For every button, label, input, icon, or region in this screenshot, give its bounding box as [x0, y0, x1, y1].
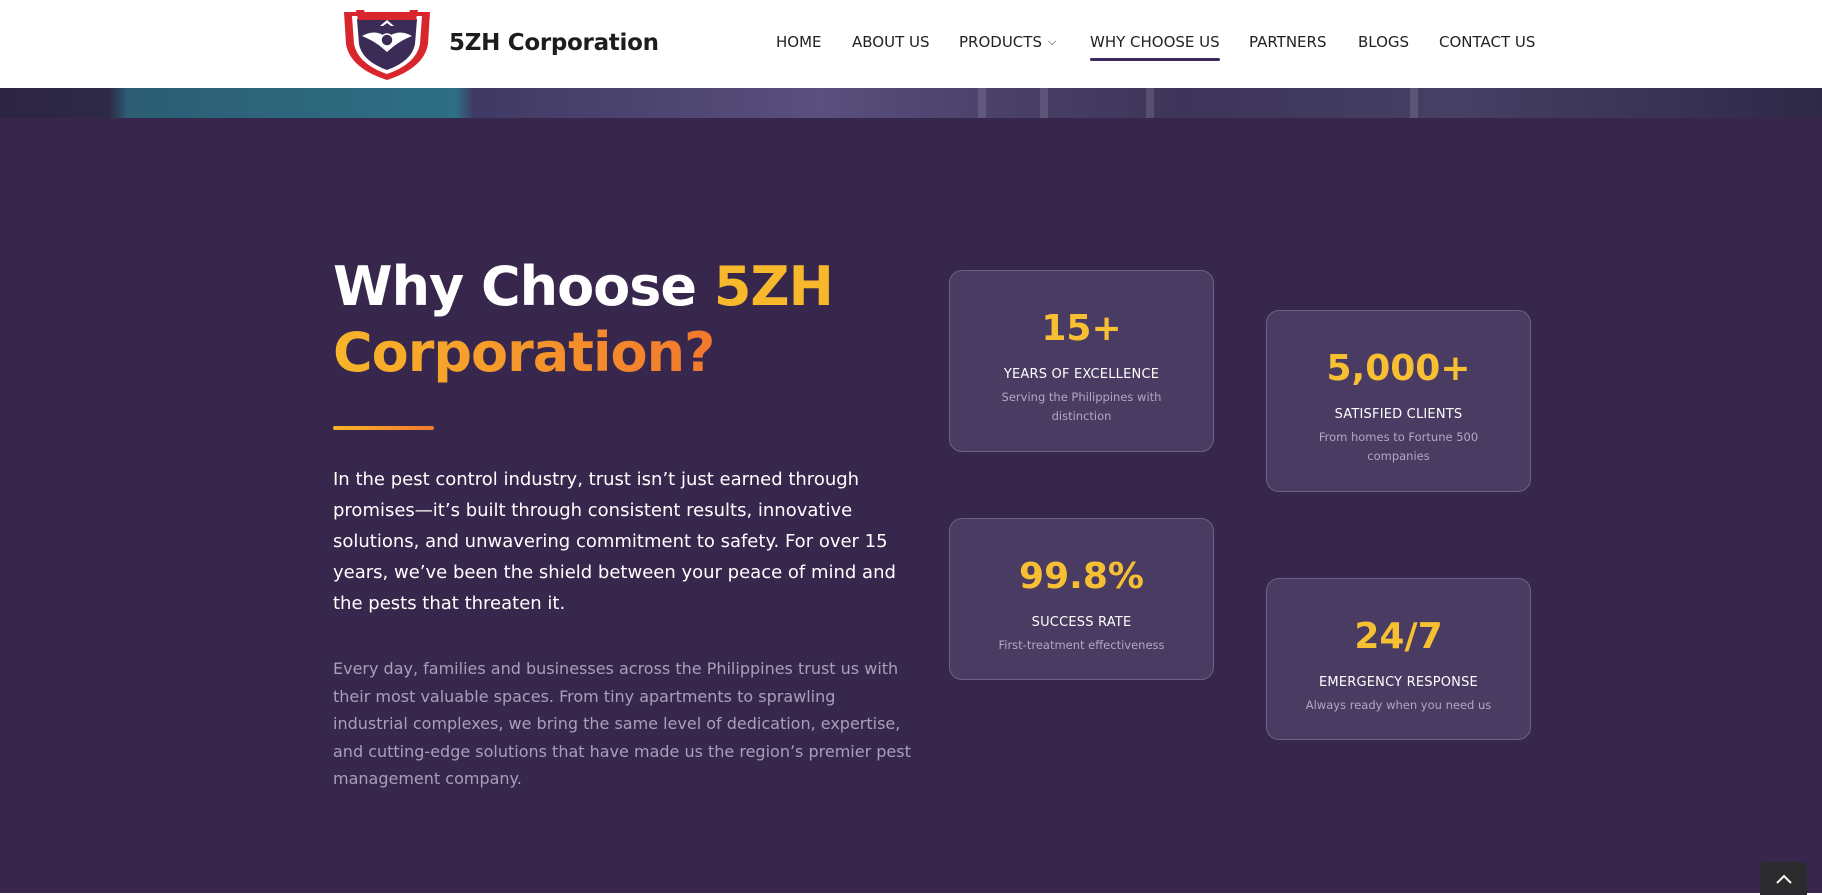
nav-contact-us-label: CONTACT US [1439, 33, 1536, 51]
title-part2: 5ZH [713, 255, 834, 318]
nav-home[interactable]: HOME [776, 33, 822, 51]
body-paragraph: Every day, families and businesses acros… [333, 659, 911, 788]
stat-description: Serving the Philippines with distinction [1001, 390, 1162, 423]
title-part3: Corporation? [333, 321, 715, 384]
hero-stripe [1040, 88, 1048, 118]
stat-card-clients: 5,000+ SATISFIED CLIENTS From homes to F… [1266, 310, 1531, 492]
lead-paragraph: In the pest control industry, trust isn’… [333, 469, 896, 614]
nav-why-choose-us-label: WHY CHOOSE US [1090, 33, 1220, 51]
title-part1: Why Choose [333, 255, 714, 318]
chevron-up-icon [1775, 874, 1792, 884]
stat-value: 99.8% [1019, 556, 1144, 597]
site-header: 5ZH Corporation HOME ABOUT US PRODUCTS ⌵ … [0, 0, 1822, 88]
nav-home-label: HOME [776, 33, 822, 51]
nav-about-us-label: ABOUT US [852, 33, 930, 51]
section-title: Why Choose 5ZH Corporation? [333, 254, 834, 386]
chevron-down-icon: ⌵ [1047, 35, 1057, 48]
scroll-to-top-button[interactable] [1760, 862, 1807, 895]
stat-label: EMERGENCY RESPONSE [1319, 675, 1478, 690]
nav-blogs[interactable]: BLOGS [1358, 33, 1409, 51]
stat-value: 15+ [1041, 308, 1122, 349]
stat-card-emergency: 24/7 EMERGENCY RESPONSE Always ready whe… [1266, 578, 1531, 740]
brand-name[interactable]: 5ZH Corporation [449, 30, 659, 56]
nav-why-choose-us[interactable]: WHY CHOOSE US [1090, 33, 1220, 61]
shield-eagle-logo-icon[interactable] [336, 6, 438, 80]
stat-card-years: 15+ YEARS OF EXCELLENCE Serving the Phil… [949, 270, 1214, 452]
stat-label: SUCCESS RATE [1031, 615, 1132, 630]
nav-products[interactable]: PRODUCTS ⌵ [959, 33, 1056, 51]
stat-value: 24/7 [1354, 616, 1443, 657]
stat-description: First-treatment effectiveness [998, 638, 1165, 652]
stat-description: Always ready when you need us [1305, 698, 1492, 712]
hero-stripe [1410, 88, 1418, 118]
hero-stripe [1146, 88, 1154, 118]
stat-card-success-rate: 99.8% SUCCESS RATE First-treatment effec… [949, 518, 1214, 680]
nav-contact-us[interactable]: CONTACT US [1439, 33, 1535, 51]
nav-about-us[interactable]: ABOUT US [852, 33, 930, 51]
hero-stripe [978, 88, 986, 118]
nav-partners-label: PARTNERS [1249, 33, 1327, 51]
hero-image-strip [0, 88, 1822, 118]
stat-value: 5,000+ [1326, 348, 1471, 389]
title-divider [333, 426, 434, 430]
nav-products-label: PRODUCTS [959, 33, 1042, 51]
stat-description: From homes to Fortune 500 companies [1318, 430, 1479, 463]
stat-label: SATISFIED CLIENTS [1334, 407, 1463, 422]
why-choose-section: Why Choose 5ZH Corporation? In the pest c… [0, 118, 1822, 895]
nav-partners[interactable]: PARTNERS [1249, 33, 1326, 51]
stat-label: YEARS OF EXCELLENCE [1003, 367, 1160, 382]
nav-blogs-label: BLOGS [1358, 33, 1410, 51]
